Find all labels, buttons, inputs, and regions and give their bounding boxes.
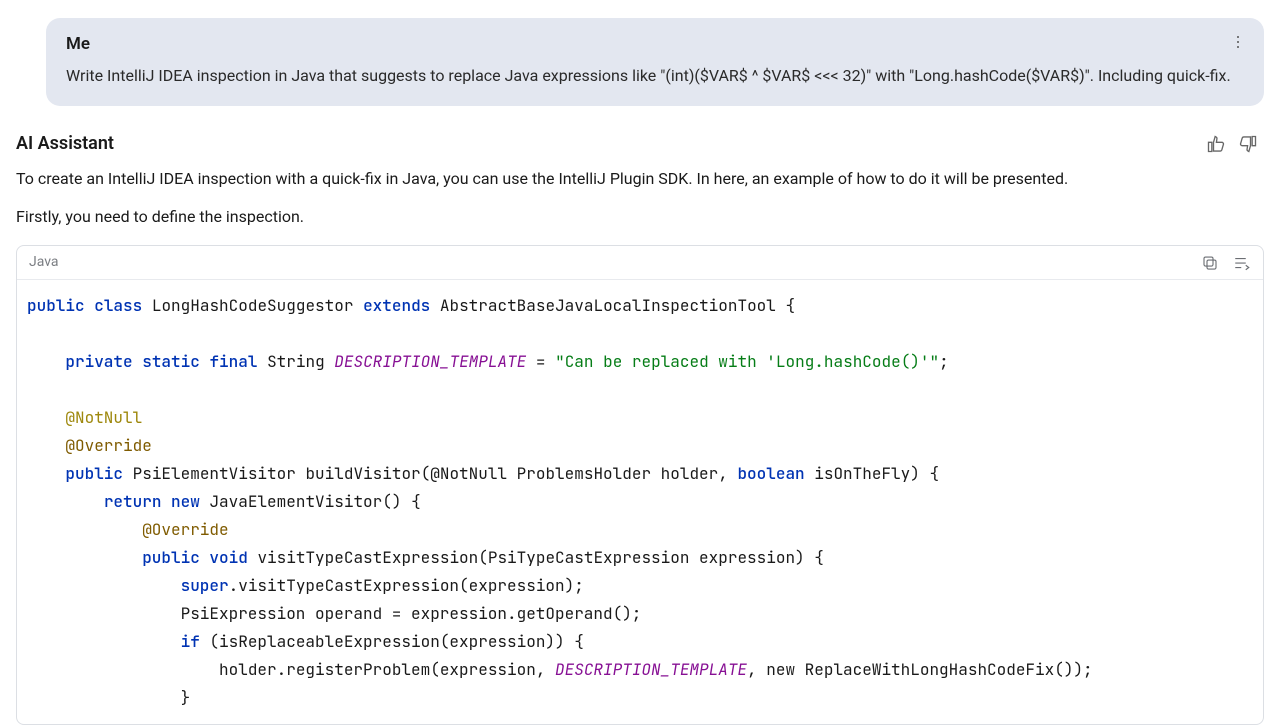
code-header: Java	[17, 246, 1263, 280]
kebab-icon[interactable]	[1228, 32, 1248, 52]
ai-header: AI Assistant	[16, 130, 1264, 157]
user-message-bubble: Me Write IntelliJ IDEA inspection in Jav…	[46, 18, 1264, 106]
ai-title: AI Assistant	[16, 130, 114, 157]
copy-icon[interactable]	[1201, 254, 1219, 272]
code-block: Java public class LongHashCodeSuggestor …	[16, 245, 1264, 725]
thumbs-down-icon[interactable]	[1238, 134, 1258, 154]
user-text: Write IntelliJ IDEA inspection in Java t…	[66, 64, 1244, 89]
insert-code-icon[interactable]	[1233, 254, 1251, 272]
code-language-label: Java	[29, 252, 59, 273]
feedback-controls	[1206, 134, 1258, 154]
ai-body: To create an IntelliJ IDEA inspection wi…	[16, 167, 1264, 229]
code-content: public class LongHashCodeSuggestor exten…	[17, 280, 1263, 724]
user-name: Me	[66, 32, 1244, 58]
ai-paragraph-1: To create an IntelliJ IDEA inspection wi…	[16, 167, 1264, 191]
thumbs-up-icon[interactable]	[1206, 134, 1226, 154]
code-actions	[1201, 254, 1251, 272]
ai-paragraph-2: Firstly, you need to define the inspecti…	[16, 205, 1264, 229]
